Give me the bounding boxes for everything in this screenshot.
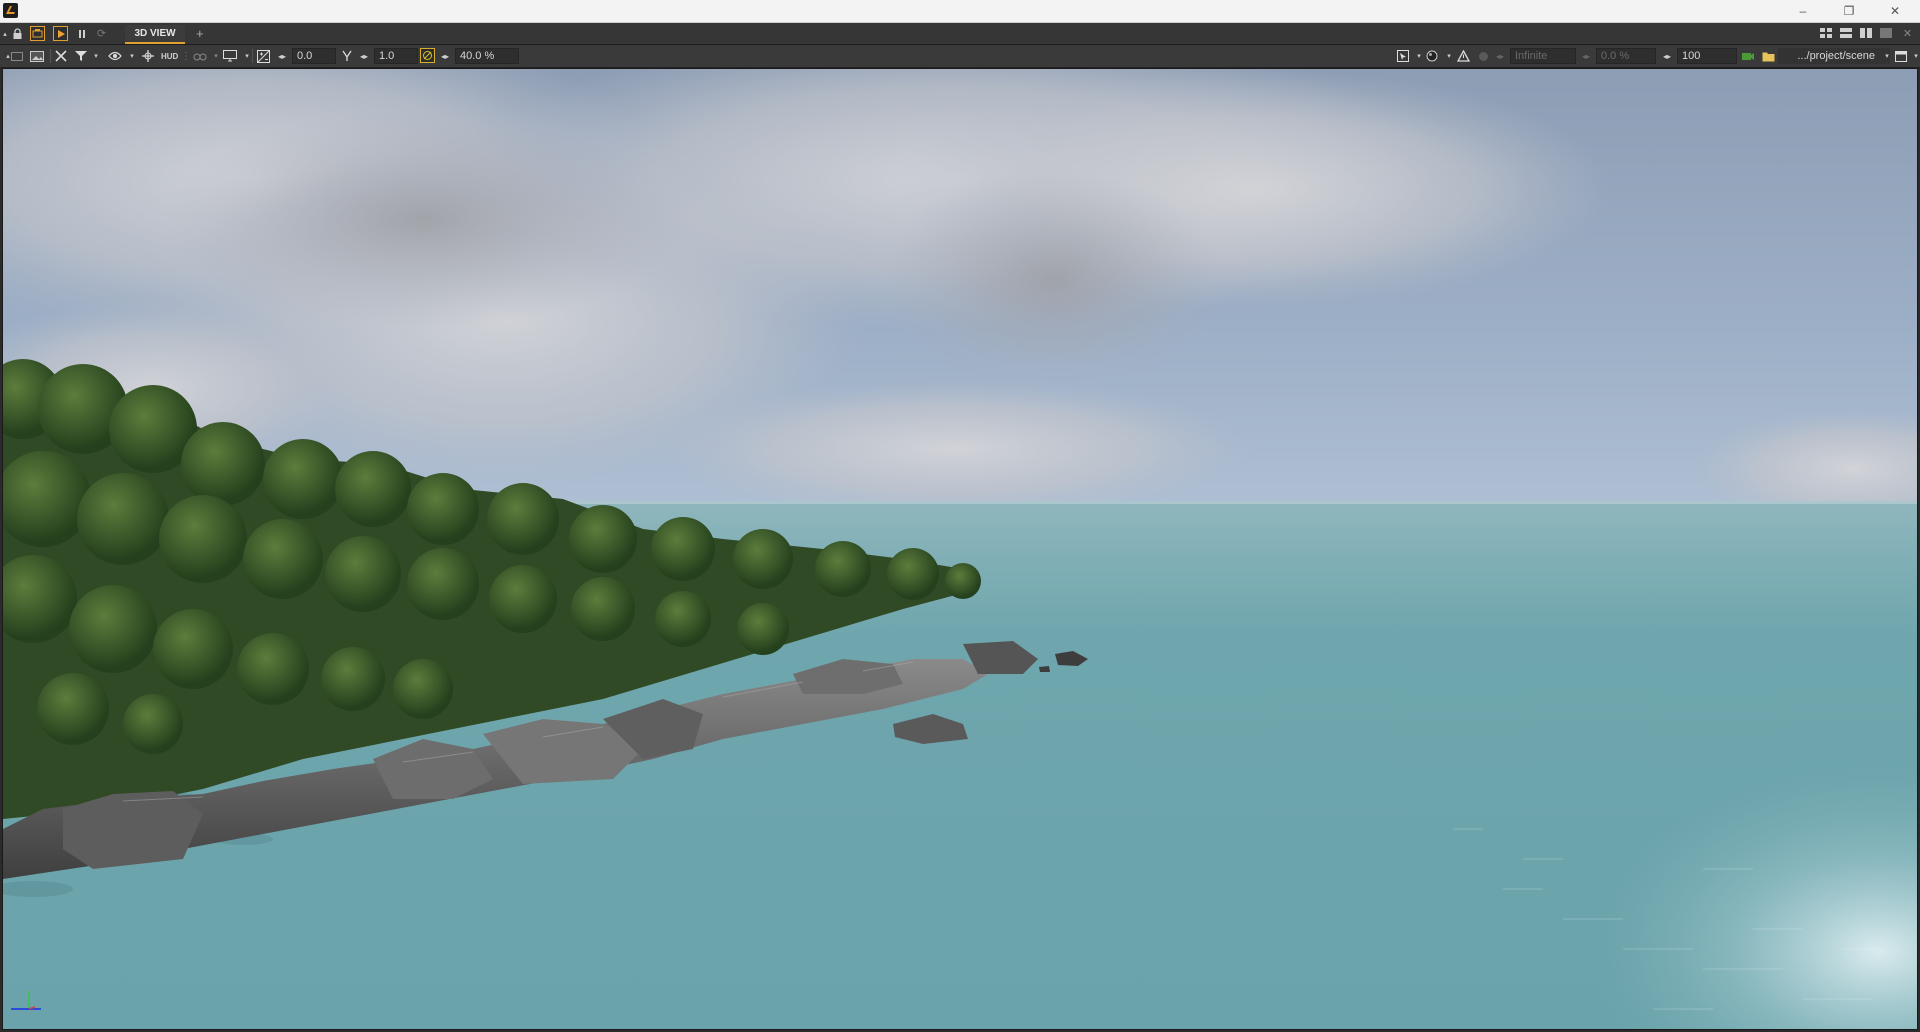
select-tool-dropdown-icon[interactable]: ▾ (1413, 49, 1425, 63)
play-icon[interactable] (53, 26, 68, 41)
hud-menu-icon[interactable]: ⋮ (180, 49, 192, 63)
exposure-input[interactable]: 0.0 (292, 48, 336, 64)
camera-rig-icon[interactable] (193, 49, 207, 63)
folder-icon[interactable] (1762, 49, 1775, 63)
project-path-dropdown-icon[interactable]: ▾ (1881, 49, 1893, 63)
render-settings-icon[interactable] (30, 26, 45, 41)
hud-toggle[interactable]: HUD (161, 49, 178, 63)
eye-dropdown-icon[interactable]: ▾ (126, 49, 138, 63)
gamma-input[interactable]: 1.0 (374, 48, 418, 64)
app-logo-icon (3, 3, 18, 18)
camera-sync-icon[interactable] (1741, 49, 1755, 63)
offset-stepper-icon[interactable]: ◂▸ (1580, 49, 1592, 63)
quality-stepper-icon[interactable]: ◂▸ (1661, 49, 1673, 63)
add-tab-button[interactable]: + (196, 26, 204, 41)
lock-icon[interactable] (10, 26, 25, 41)
pause-icon[interactable] (74, 26, 89, 41)
layout-grid-icon[interactable] (1820, 28, 1832, 39)
layout-columns-icon[interactable] (1860, 28, 1872, 39)
move-icon[interactable] (142, 49, 154, 63)
close-panel-icon[interactable]: ✕ (1900, 26, 1915, 41)
close-button[interactable]: ✕ (1874, 0, 1916, 22)
layout-single-icon[interactable] (1880, 28, 1892, 39)
select-tool-icon[interactable] (1397, 49, 1409, 63)
restore-button[interactable]: ❐ (1828, 0, 1870, 22)
viewport-toolbar: ▴ ▾ ▾ HUD ⋮ ▾ ▾ ◂▸ 0.0 ◂▸ 1.0 ◂▸ 40.0 % (0, 45, 1920, 68)
percentage-stepper-icon[interactable]: ◂▸ (439, 49, 451, 63)
filter-dropdown-icon[interactable]: ▾ (90, 49, 102, 63)
quality-input[interactable]: 100 (1677, 48, 1737, 64)
exposure-icon[interactable] (257, 49, 270, 63)
window-title-bar: – ❐ ✕ (0, 0, 1920, 23)
panel-layout-icon[interactable] (1895, 49, 1907, 63)
tonemap-toggle-icon[interactable] (420, 48, 435, 63)
range-input[interactable]: Infinite (1510, 48, 1576, 64)
project-path-field[interactable]: .../project/scene (1778, 48, 1890, 64)
percentage-input[interactable]: 40.0 % (455, 48, 519, 64)
tab-row: ▴ ⟳ 3D VIEW + ✕ (0, 23, 1920, 45)
axis-gizmo-icon (11, 991, 41, 1010)
shading-sphere-icon[interactable] (1426, 49, 1438, 63)
record-icon[interactable] (1477, 49, 1489, 63)
minimize-button[interactable]: – (1782, 0, 1824, 22)
refresh-icon[interactable]: ⟳ (94, 26, 109, 41)
range-stepper-icon[interactable]: ◂▸ (1494, 49, 1506, 63)
camera-rig-dropdown-icon[interactable]: ▾ (210, 49, 222, 63)
rendered-scene[interactable] (3, 69, 1918, 1030)
offset-input[interactable]: 0.0 % (1596, 48, 1656, 64)
image-icon[interactable] (30, 49, 44, 63)
snapshot-icon[interactable] (11, 49, 23, 63)
tab-3d-view[interactable]: 3D VIEW (125, 25, 185, 44)
gamma-stepper-icon[interactable]: ◂▸ (358, 49, 370, 63)
shading-dropdown-icon[interactable]: ▾ (1443, 49, 1455, 63)
monitor-icon[interactable] (223, 49, 237, 63)
exposure-stepper-icon[interactable]: ◂▸ (276, 49, 288, 63)
eye-icon[interactable] (108, 49, 122, 63)
filter-icon[interactable] (75, 49, 87, 63)
layout-rows-icon[interactable] (1840, 28, 1852, 39)
3d-viewport[interactable] (2, 68, 1918, 1030)
tools-icon[interactable] (55, 49, 67, 63)
warning-icon[interactable] (1457, 49, 1470, 63)
panel-menu-arrow-icon[interactable]: ▴ (1, 26, 9, 41)
gamma-icon[interactable] (341, 49, 353, 63)
panel-layout-dropdown-icon[interactable]: ▾ (1910, 49, 1920, 63)
